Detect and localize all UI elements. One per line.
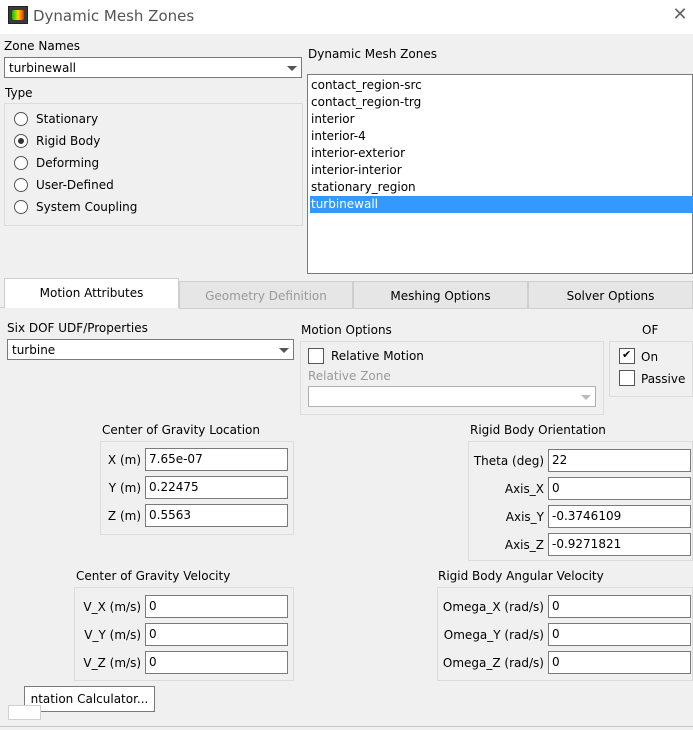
radio-user-defined-label: User-Defined [36, 178, 114, 192]
cog-z-input[interactable]: 0.5563 [145, 504, 288, 527]
list-item[interactable]: interior-interior [310, 162, 693, 179]
zone-names-value: turbinewall [9, 61, 77, 75]
axis-z-input[interactable]: -0.9271821 [548, 533, 691, 556]
window-title: Dynamic Mesh Zones [33, 7, 195, 25]
chevron-down-icon[interactable] [277, 343, 291, 357]
dof-on-label: On [641, 350, 659, 364]
dof-group: ✔ On Passive [609, 341, 693, 397]
omega-y-input[interactable]: 0 [548, 623, 691, 646]
cog-y-input[interactable]: 0.22475 [145, 476, 288, 499]
relative-motion-checkbox[interactable] [308, 348, 324, 364]
zone-names-dropdown[interactable]: turbinewall [4, 57, 302, 78]
list-item[interactable]: stationary_region [310, 179, 693, 196]
dof-on-checkbox[interactable]: ✔ [619, 348, 635, 364]
radio-rigid-body[interactable] [14, 134, 28, 148]
vz-input[interactable]: 0 [145, 651, 288, 674]
vy-label: V_Y (m/s) [84, 628, 141, 642]
zone-names-label: Zone Names [4, 39, 81, 53]
axis-x-label: Axis_X [504, 482, 544, 496]
dynamic-mesh-zones-label: Dynamic Mesh Zones [308, 47, 437, 61]
app-icon [8, 6, 28, 24]
bottom-divider [0, 726, 693, 727]
cog-x-input[interactable]: 7.65e-07 [145, 448, 288, 471]
relative-motion-label: Relative Motion [331, 349, 424, 363]
omega-z-label: Omega_Z (rad/s) [442, 656, 544, 670]
theta-label: Theta (deg) [473, 454, 544, 468]
title-bar: Dynamic Mesh Zones ✕ [0, 0, 693, 34]
tab-geometry-definition[interactable]: Geometry Definition [179, 281, 353, 309]
list-item[interactable]: interior [310, 111, 693, 128]
cog-z-label: Z (m) [107, 509, 141, 523]
omega-z-input[interactable]: 0 [548, 651, 691, 674]
overlay-box [8, 705, 41, 720]
vx-input[interactable]: 0 [145, 595, 288, 618]
cog-x-label: X (m) [107, 453, 141, 467]
chevron-down-icon[interactable] [285, 61, 299, 75]
dynamic-mesh-zones-list[interactable]: contact_region-src contact_region-trg in… [307, 74, 693, 274]
axis-y-input[interactable]: -0.3746109 [548, 505, 691, 528]
relative-zone-dropdown[interactable] [308, 386, 596, 407]
chevron-down-icon[interactable] [579, 390, 593, 404]
tab-motion-attributes[interactable]: Motion Attributes [4, 278, 179, 308]
omega-x-input[interactable]: 0 [548, 595, 691, 618]
six-dof-label: Six DOF UDF/Properties [7, 321, 148, 335]
cog-velocity-group: V_X (m/s) 0 V_Y (m/s) 0 V_Z (m/s) 0 [74, 587, 294, 681]
omega-y-label: Omega_Y (rad/s) [443, 628, 544, 642]
type-group: Stationary Rigid Body Deforming User-Def… [4, 103, 303, 226]
radio-deforming[interactable] [14, 156, 28, 170]
list-item[interactable]: contact_region-trg [310, 94, 693, 111]
list-item[interactable]: interior-4 [310, 128, 693, 145]
cog-y-label: Y (m) [108, 481, 141, 495]
six-dof-dropdown[interactable]: turbine [7, 339, 294, 360]
theta-input[interactable]: 22 [548, 449, 691, 472]
close-icon[interactable]: ✕ [670, 5, 690, 25]
vy-input[interactable]: 0 [145, 623, 288, 646]
radio-rigid-body-label: Rigid Body [36, 134, 101, 148]
list-item-selected[interactable]: turbinewall [310, 196, 693, 213]
axis-y-label: Axis_Y [505, 510, 544, 524]
axis-x-input[interactable]: 0 [548, 477, 691, 500]
vx-label: V_X (m/s) [83, 600, 141, 614]
vz-label: V_Z (m/s) [83, 656, 141, 670]
orientation-calculator-button[interactable]: ntation Calculator... [24, 686, 155, 712]
cog-velocity-label: Center of Gravity Velocity [76, 569, 231, 583]
radio-system-coupling-label: System Coupling [36, 200, 138, 214]
radio-stationary[interactable] [14, 112, 28, 126]
rb-angular-label: Rigid Body Angular Velocity [438, 569, 604, 583]
cog-location-label: Center of Gravity Location [102, 423, 260, 437]
tab-meshing-options[interactable]: Meshing Options [353, 281, 528, 309]
relative-zone-label: Relative Zone [308, 369, 391, 383]
motion-options-label: Motion Options [301, 323, 392, 337]
radio-deforming-label: Deforming [36, 156, 100, 170]
cog-location-group: X (m) 7.65e-07 Y (m) 0.22475 Z (m) 0.556… [100, 441, 294, 535]
motion-options-group: Relative Motion Relative Zone [300, 341, 604, 415]
list-item[interactable]: contact_region-src [310, 77, 693, 94]
tab-solver-options[interactable]: Solver Options [528, 281, 693, 309]
dof-passive-label: Passive [641, 372, 686, 386]
dof-passive-checkbox[interactable] [619, 370, 635, 386]
six-dof-value: turbine [12, 343, 56, 357]
radio-user-defined[interactable] [14, 178, 28, 192]
rb-orientation-group: Theta (deg) 22 Axis_X 0 Axis_Y -0.374610… [468, 441, 693, 561]
radio-system-coupling[interactable] [14, 200, 28, 214]
type-label: Type [5, 86, 33, 100]
rb-angular-group: Omega_X (rad/s) 0 Omega_Y (rad/s) 0 Omeg… [437, 587, 693, 681]
radio-stationary-label: Stationary [36, 112, 99, 126]
dof-label: OF [642, 323, 659, 337]
omega-x-label: Omega_X (rad/s) [442, 600, 544, 614]
axis-z-label: Axis_Z [504, 538, 544, 552]
rb-orientation-label: Rigid Body Orientation [470, 423, 606, 437]
list-item[interactable]: interior-exterior [310, 145, 693, 162]
